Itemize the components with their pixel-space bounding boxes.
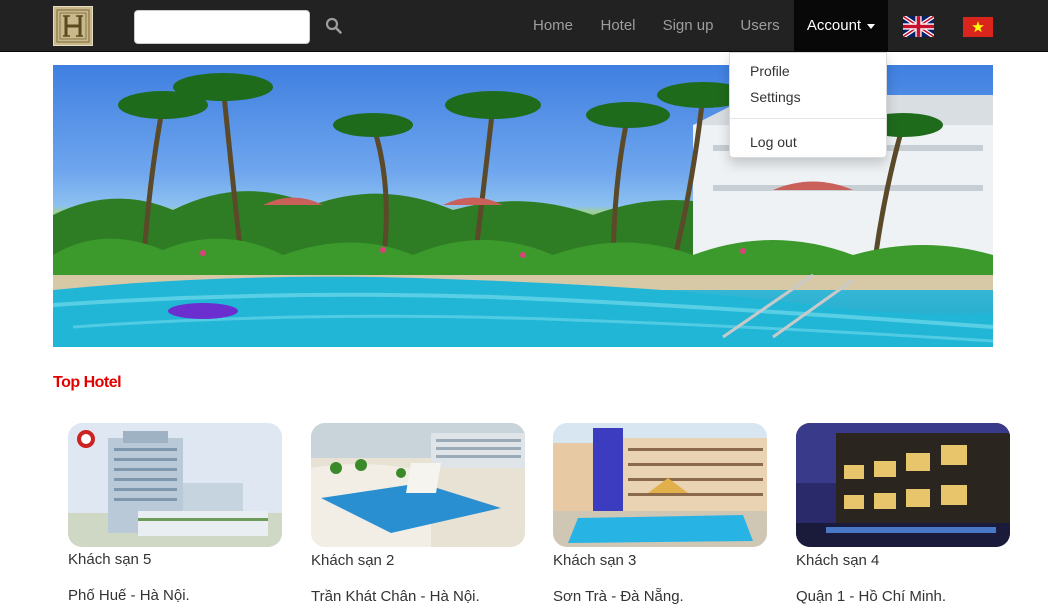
uk-flag-icon [901,14,936,39]
menu-item-settings[interactable]: Settings [750,89,801,105]
nav-hotel[interactable]: Hotel [588,0,648,52]
nav-sign-up[interactable]: Sign up [650,0,726,52]
language-english[interactable] [901,14,936,39]
hotel-image[interactable] [68,423,282,547]
hotel-address: Phố Huế - Hà Nội. [68,587,190,604]
hotel-name[interactable]: Khách sạn 3 [553,552,636,569]
hotel-name[interactable]: Khách sạn 4 [796,552,879,569]
nav-users[interactable]: Users [728,0,792,52]
navbar: Home Hotel Sign up Users Account [0,0,1048,52]
language-vietnamese[interactable] [963,17,993,37]
hotel-image[interactable] [311,423,525,547]
caret-down-icon [867,23,876,29]
menu-item-profile[interactable]: Profile [750,63,790,79]
menu-divider [730,118,886,119]
search-icon [325,17,342,34]
hotel-address: Quận 1 - Hồ Chí Minh. [796,588,947,605]
nav-home[interactable]: Home [520,0,586,52]
section-title-top-hotel: Top Hotel [53,374,122,391]
vietnam-flag-icon [963,17,993,37]
account-label: Account [806,17,862,34]
hotel-image[interactable] [796,423,1010,547]
hotel-address: Sơn Trà - Đà Nẵng. [553,588,684,605]
hotel-logo[interactable] [53,6,93,46]
search-input[interactable] [134,10,310,44]
menu-item-logout[interactable]: Log out [750,134,797,150]
search-button[interactable] [322,14,346,38]
account-dropdown-toggle[interactable]: Account [794,0,888,52]
hotel-name[interactable]: Khách sạn 5 [68,551,151,568]
hotel-name[interactable]: Khách sạn 2 [311,552,394,569]
hotel-image[interactable] [553,423,767,547]
hotel-address: Trần Khát Chân - Hà Nội. [311,588,480,605]
account-dropdown-menu: Profile Settings Log out [729,52,887,158]
logo-h-icon [56,9,90,43]
